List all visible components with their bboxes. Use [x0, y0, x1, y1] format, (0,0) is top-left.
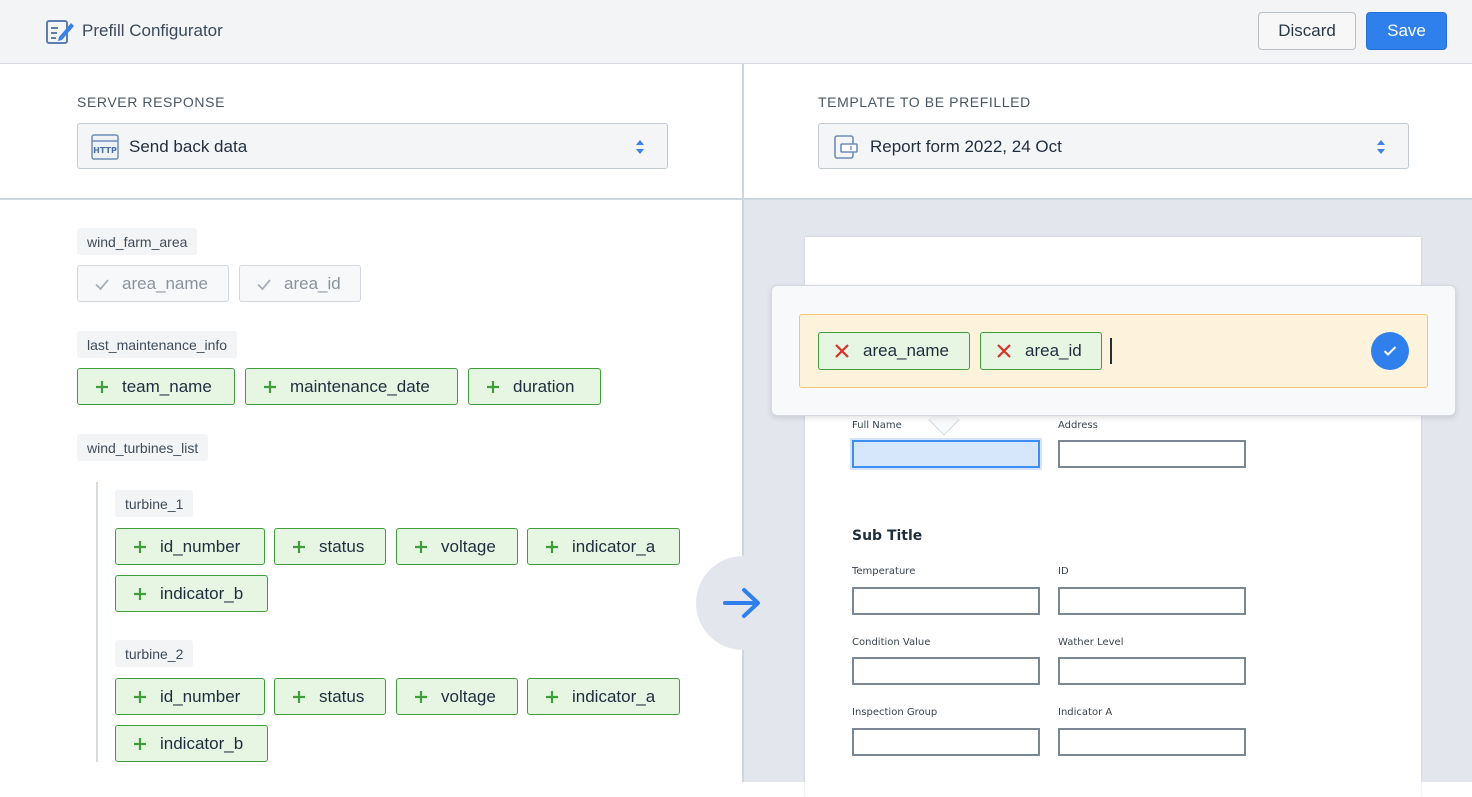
mapped-chip-label: area_id — [1025, 341, 1082, 360]
field-chip-label: id_number — [160, 686, 241, 706]
mapped-chip-label: area_name — [863, 341, 950, 360]
select-arrows-icon — [1377, 140, 1385, 154]
form-label-id: ID — [1058, 566, 1069, 577]
svg-text:HTTP: HTTP — [93, 146, 117, 155]
field-chip-label: area_name — [122, 273, 209, 293]
field-chip-maintenance-date[interactable]: maintenance_date — [245, 368, 458, 405]
server-response-select[interactable]: HTTP Send back data — [77, 123, 668, 169]
form-template-icon — [834, 135, 858, 159]
plus-icon — [415, 691, 427, 703]
check-icon — [95, 279, 109, 291]
check-icon — [257, 279, 271, 291]
field-chip-label: voltage — [441, 686, 496, 706]
form-label-full-name: Full Name — [852, 420, 902, 431]
check-icon — [1383, 346, 1397, 356]
text-cursor — [1110, 338, 1112, 364]
group-label-turbine-1: turbine_1 — [115, 490, 194, 517]
template-label: TEMPLATE TO BE PREFILLED — [818, 94, 1031, 110]
field-chip-label: duration — [513, 376, 575, 396]
template-value: Report form 2022, 24 Oct — [870, 137, 1062, 156]
field-chip-label: maintenance_date — [290, 376, 430, 396]
form-field-inspection-group[interactable] — [852, 728, 1040, 756]
form-field-wather-level[interactable] — [1058, 657, 1246, 685]
top-bar: Prefill Configurator Discard Save — [0, 0, 1472, 64]
field-chip-area-id[interactable]: area_id — [239, 265, 361, 302]
edit-document-icon — [46, 20, 74, 44]
plus-icon — [134, 541, 146, 553]
plus-icon — [415, 541, 427, 553]
field-chip-label: indicator_a — [572, 536, 656, 556]
field-chip-label: area_id — [284, 273, 341, 293]
form-label-condition-value: Condition Value — [852, 637, 931, 648]
select-arrows-icon — [636, 140, 644, 154]
server-response-label: SERVER RESPONSE — [77, 94, 226, 110]
form-label-temperature: Temperature — [852, 566, 916, 577]
plus-icon — [264, 381, 276, 393]
group-label-wind-farm-area: wind_farm_area — [77, 228, 198, 255]
field-chip-team-name[interactable]: team_name — [77, 368, 235, 405]
field-chip-label: indicator_a — [572, 686, 656, 706]
field-chip-voltage[interactable]: voltage — [396, 678, 518, 715]
field-chip-indicator-a[interactable]: indicator_a — [527, 678, 680, 715]
field-chip-label: indicator_b — [160, 733, 244, 753]
field-chip-label: team_name — [122, 376, 212, 396]
group-label-turbine-2: turbine_2 — [115, 640, 194, 667]
form-sub-title: Sub Title — [852, 528, 923, 544]
arrow-right-icon — [723, 588, 760, 618]
plus-icon — [134, 738, 146, 750]
app-title: Prefill Configurator — [82, 21, 223, 40]
form-label-inspection-group: Inspection Group — [852, 707, 938, 718]
template-select[interactable]: Report form 2022, 24 Oct — [818, 123, 1409, 169]
mapped-chip-area-name[interactable]: area_name — [818, 332, 970, 370]
plus-icon — [293, 691, 305, 703]
form-label-wather-level: Wather Level — [1058, 637, 1124, 648]
field-chip-duration[interactable]: duration — [468, 368, 601, 405]
field-chip-indicator-b[interactable]: indicator_b — [115, 575, 268, 612]
form-field-indicator-a[interactable] — [1058, 728, 1246, 756]
form-field-condition-value[interactable] — [852, 657, 1040, 685]
field-chip-label: status — [319, 686, 365, 706]
field-chip-voltage[interactable]: voltage — [396, 528, 518, 565]
field-chip-status[interactable]: status — [274, 528, 386, 565]
plus-icon — [96, 381, 108, 393]
plus-icon — [487, 381, 499, 393]
plus-icon — [546, 691, 558, 703]
field-chip-area-name[interactable]: area_name — [77, 265, 229, 302]
field-chip-label: status — [319, 536, 365, 556]
field-chip-label: voltage — [441, 536, 496, 556]
nesting-line — [96, 482, 98, 762]
form-label-indicator-a: Indicator A — [1058, 707, 1113, 718]
transfer-arrow — [696, 556, 790, 650]
discard-button[interactable]: Discard — [1258, 12, 1356, 50]
form-field-full-name[interactable] — [852, 440, 1040, 468]
remove-icon[interactable] — [834, 343, 850, 359]
form-field-id[interactable] — [1058, 587, 1246, 615]
field-chip-status[interactable]: status — [274, 678, 386, 715]
form-field-address[interactable] — [1058, 440, 1246, 468]
form-label-address: Address — [1058, 420, 1098, 431]
field-chip-id-number[interactable]: id_number — [115, 678, 265, 715]
http-icon: HTTP — [91, 134, 119, 160]
server-response-value: Send back data — [129, 137, 248, 156]
group-label-last-maintenance-info: last_maintenance_info — [77, 331, 238, 358]
form-field-temperature[interactable] — [852, 587, 1040, 615]
plus-icon — [134, 588, 146, 600]
plus-icon — [134, 691, 146, 703]
save-button[interactable]: Save — [1366, 12, 1447, 50]
field-chip-id-number[interactable]: id_number — [115, 528, 265, 565]
confirm-mapping-button[interactable] — [1371, 332, 1409, 370]
field-chip-indicator-a[interactable]: indicator_a — [527, 528, 680, 565]
plus-icon — [546, 541, 558, 553]
remove-icon[interactable] — [996, 343, 1012, 359]
panel-divider — [742, 64, 744, 782]
field-chip-indicator-b[interactable]: indicator_b — [115, 725, 268, 762]
group-label-wind-turbines-list: wind_turbines_list — [77, 434, 209, 461]
field-chip-label: indicator_b — [160, 583, 244, 603]
plus-icon — [293, 541, 305, 553]
field-chip-label: id_number — [160, 536, 241, 556]
mapped-chip-area-id[interactable]: area_id — [980, 332, 1102, 370]
